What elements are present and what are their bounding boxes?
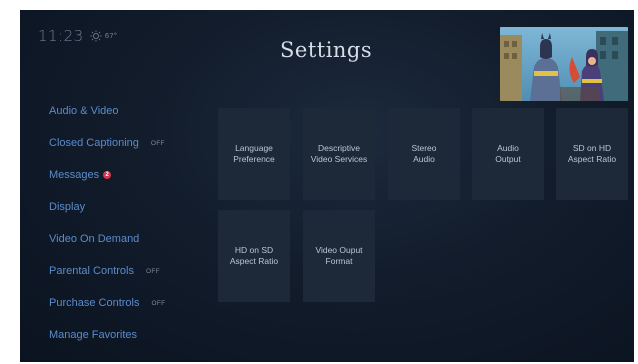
tile-audio-output[interactable]: Audio Output: [472, 108, 544, 200]
video-preview-image: [500, 27, 628, 101]
tile-video-output-format[interactable]: Video Ouput Format: [303, 210, 375, 302]
menu-item-label: Video On Demand: [49, 233, 140, 245]
menu-item-label: Manage Favorites: [49, 329, 138, 341]
status-off-label: OFF: [146, 267, 160, 275]
tv-screen: 11:23 67° Settings Audio & Video Closed …: [20, 10, 634, 362]
status-off-label: OFF: [150, 139, 165, 147]
menu-item-messages[interactable]: Messages 2: [49, 166, 112, 184]
now-playing-thumbnail[interactable]: [500, 27, 628, 101]
menu-item-closed-captioning[interactable]: Closed Captioning OFF: [49, 134, 165, 152]
menu-item-label: Messages: [49, 169, 100, 181]
menu-item-label: Purchase Controls: [49, 297, 140, 309]
status-bar: 11:23 67°: [38, 27, 117, 45]
tile-descriptive-video-services[interactable]: Descriptive Video Services: [303, 108, 375, 200]
tile-hd-on-sd-aspect-ratio[interactable]: HD on SD Aspect Ratio: [218, 210, 290, 302]
tile-language-preference[interactable]: Language Preference: [218, 108, 290, 200]
menu-item-display[interactable]: Display: [49, 198, 85, 216]
menu-item-label: Audio & Video: [49, 105, 119, 117]
temperature: 67°: [104, 32, 118, 40]
menu-item-parental-controls[interactable]: Parental Controls OFF: [49, 262, 160, 280]
tile-sd-on-hd-aspect-ratio[interactable]: SD on HD Aspect Ratio: [556, 108, 628, 200]
menu-item-manage-favorites[interactable]: Manage Favorites: [49, 326, 137, 344]
tile-stereo-audio[interactable]: Stereo Audio: [388, 108, 460, 200]
menu-item-purchase-controls[interactable]: Purchase Controls OFF: [49, 294, 165, 312]
sun-icon: [90, 30, 102, 42]
menu-item-label: Display: [49, 201, 86, 213]
status-off-label: OFF: [151, 299, 166, 307]
clock: 11:23: [38, 27, 84, 45]
menu-item-label: Closed Captioning: [49, 137, 139, 149]
menu-item-audio-video[interactable]: Audio & Video: [49, 102, 119, 120]
notification-badge: 2: [103, 171, 112, 179]
menu-item-label: Parental Controls: [49, 265, 134, 277]
menu-item-video-on-demand[interactable]: Video On Demand: [49, 230, 139, 248]
page-title: Settings: [280, 38, 373, 62]
